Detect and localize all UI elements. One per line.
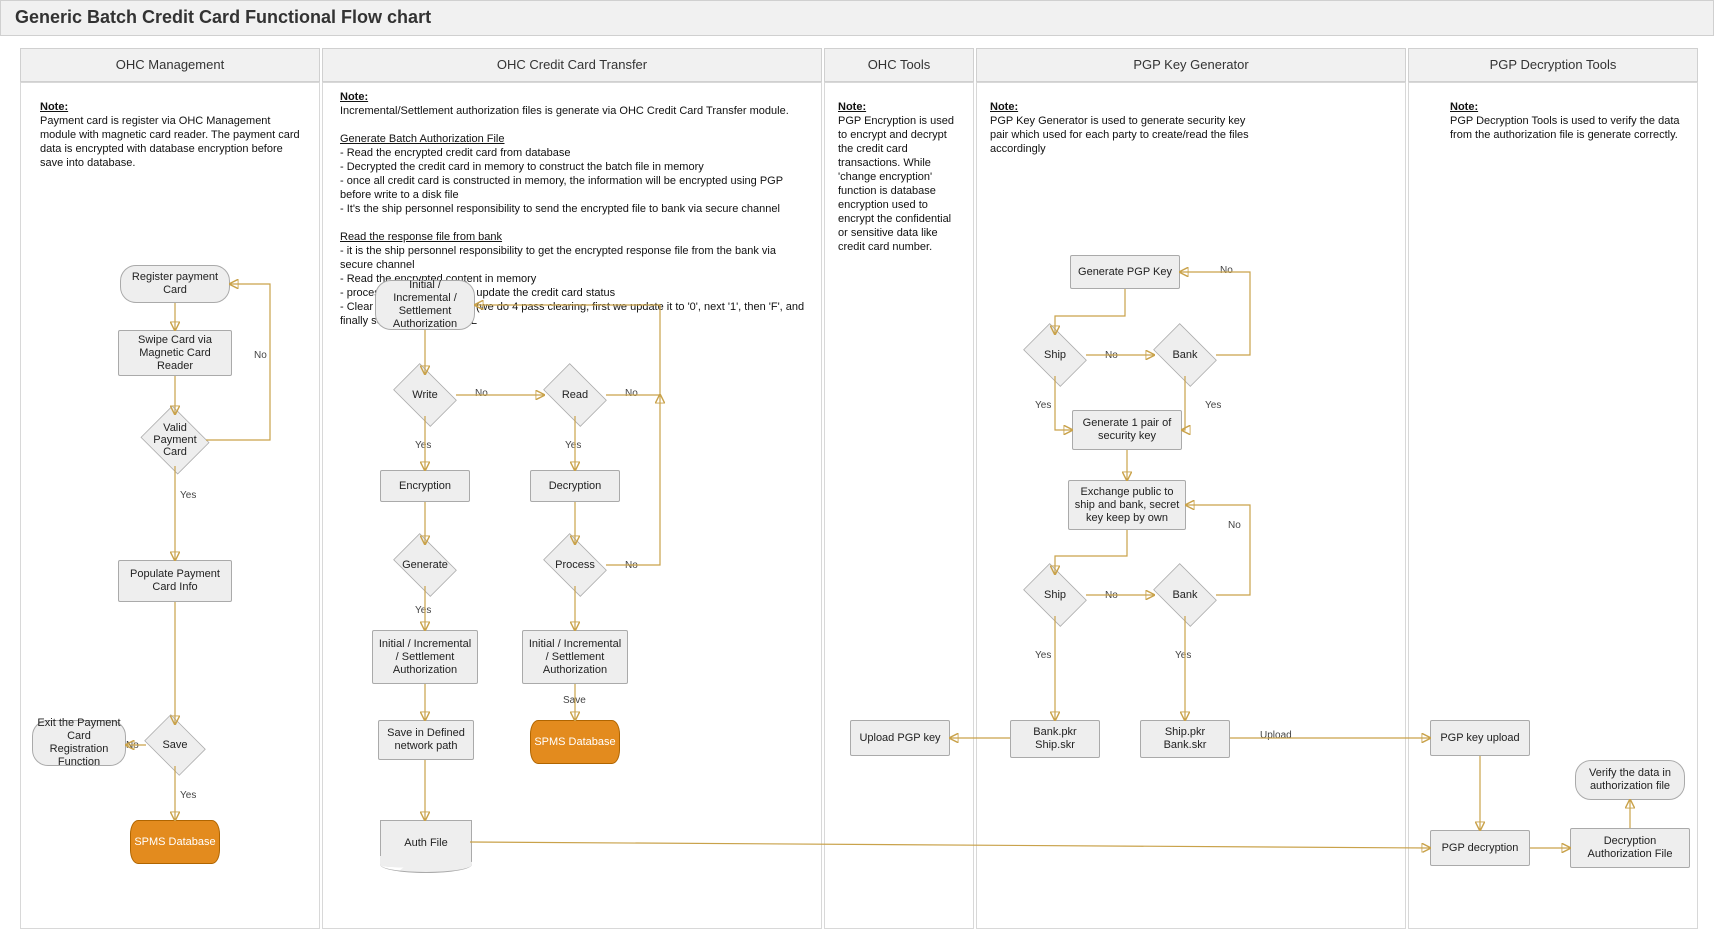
lane-ohc-management [20,82,320,929]
edge-label-save: Save [563,695,586,706]
page-title: Generic Batch Credit Card Functional Flo… [0,0,1714,36]
edge-label-yes: Yes [565,440,581,451]
node-spms-database-1: SPMS Database [130,820,220,864]
note-line: - it is the ship personnel responsibilit… [340,245,776,271]
node-verify-auth-file: Verify the data in authorization file [1575,760,1685,800]
note-pgp-decryption: Note: PGP Decryption Tools is used to ve… [1450,100,1690,142]
node-bank-files: Ship.pkr Bank.skr [1140,720,1230,758]
edge-label-no: No [625,560,638,571]
lane-header-ohc-tools: OHC Tools [824,48,974,82]
node-decryption: Decryption [530,470,620,502]
edge-label-yes: Yes [1205,400,1221,411]
edge-label-yes: Yes [1035,650,1051,661]
node-upload-pgp-key: Upload PGP key [850,720,950,756]
node-swipe-card: Swipe Card via Magnetic Card Reader [118,330,232,376]
note-ohc-tools: Note: PGP Encryption is used to encrypt … [838,100,963,254]
lane-pgp-key-gen [976,82,1406,929]
note-line: - once all credit card is constructed in… [340,175,783,201]
node-initial-authorization: Initial / Incremental / Settlement Autho… [375,280,475,330]
note-body: PGP Decryption Tools is used to verify t… [1450,115,1680,141]
note-heading: Note: [838,101,866,113]
decision-bank-2: Bank [1150,570,1220,620]
lane-header-pgp-key-gen: PGP Key Generator [976,48,1406,82]
edge-label-upload: Upload [1260,730,1292,741]
edge-label-no: No [1105,350,1118,361]
node-encryption: Encryption [380,470,470,502]
note-body: Payment card is register via OHC Managem… [40,115,300,169]
edge-label-yes: Yes [1035,400,1051,411]
decision-read: Read [540,370,610,420]
decision-process: Process [540,540,610,590]
note-line: - Decrypted the credit card in memory to… [340,161,704,173]
edge-label-no: No [1228,520,1241,531]
node-exchange-public: Exchange public to ship and bank, secret… [1068,480,1186,530]
lane-header-ohc-management: OHC Management [20,48,320,82]
decision-ship-2: Ship [1020,570,1090,620]
edge-label-no: No [625,388,638,399]
note-body: PGP Key Generator is used to generate se… [990,115,1249,155]
note-line: - Read the encrypted credit card from da… [340,147,571,159]
decision-save: Save [142,720,208,770]
note-heading: Note: [1450,101,1478,113]
edge-label-no: No [254,350,267,361]
note-line: Incremental/Settlement authorization fil… [340,105,789,117]
note-heading: Note: [340,91,368,103]
node-decryption-auth-file: Decryption Authorization File [1570,828,1690,868]
edge-label-yes: Yes [415,605,431,616]
note-subhead: Read the response file from bank [340,231,502,243]
edge-label-no: No [475,388,488,399]
edge-label-yes: Yes [1175,650,1191,661]
note-subhead: Generate Batch Authorization File [340,133,504,145]
edge-label-no: No [126,740,139,751]
decision-valid-payment-card: Valid Payment Card [140,410,210,470]
decision-ship-1: Ship [1020,330,1090,380]
decision-generate: Generate [390,540,460,590]
node-ship-files: Bank.pkr Ship.skr [1010,720,1100,758]
lane-header-pgp-decryption: PGP Decryption Tools [1408,48,1698,82]
note-pgp-key-gen: Note: PGP Key Generator is used to gener… [990,100,1250,156]
node-populate-card-info: Populate Payment Card Info [118,560,232,602]
note-body: PGP Encryption is used to encrypt and de… [838,115,954,253]
edge-label-yes: Yes [180,790,196,801]
edge-label-yes: Yes [415,440,431,451]
lane-pgp-decryption [1408,82,1698,929]
node-pgp-key-upload: PGP key upload [1430,720,1530,756]
flowchart-canvas: Generic Batch Credit Card Functional Flo… [0,0,1714,941]
node-generate-key-pair: Generate 1 pair of security key [1072,410,1182,450]
node-auth-left: Initial / Incremental / Settlement Autho… [372,630,478,684]
note-line: - It's the ship personnel responsibility… [340,203,780,215]
note-heading: Note: [990,101,1018,113]
note-heading: Note: [40,101,68,113]
decision-bank-1: Bank [1150,330,1220,380]
edge-label-no: No [1220,265,1233,276]
node-register-payment-card: Register payment Card [120,265,230,303]
lane-header-ohc-cc-transfer: OHC Credit Card Transfer [322,48,822,82]
note-ohc-management: Note: Payment card is register via OHC M… [40,100,300,170]
node-auth-right: Initial / Incremental / Settlement Autho… [522,630,628,684]
node-auth-file: Auth File [380,820,472,865]
edge-label-yes: Yes [180,490,196,501]
node-pgp-decryption: PGP decryption [1430,830,1530,866]
node-exit-registration: Exit the Payment Card Registration Funct… [32,720,126,766]
node-save-network-path: Save in Defined network path [378,720,474,760]
decision-write: Write [390,370,460,420]
edge-label-no: No [1105,590,1118,601]
node-spms-database-2: SPMS Database [530,720,620,764]
node-generate-pgp-key: Generate PGP Key [1070,255,1180,289]
